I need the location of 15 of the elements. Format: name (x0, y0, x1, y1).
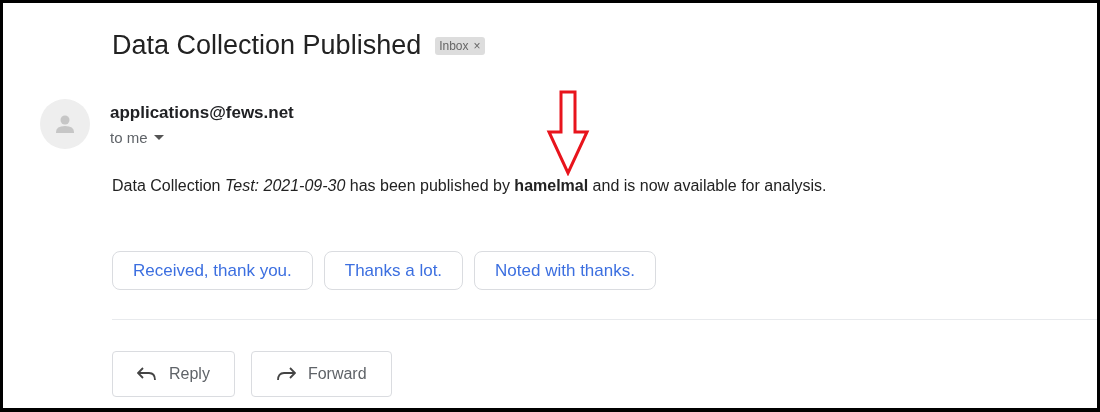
email-subject: Data Collection Published (112, 30, 422, 61)
remove-label-button[interactable]: × (473, 38, 481, 53)
reply-button[interactable]: Reply (112, 351, 235, 397)
recipient-dropdown[interactable]: to me (110, 129, 294, 146)
forward-button[interactable]: Forward (250, 351, 392, 397)
message-body: Data Collection Test: 2021-09-30 has been published by hamelmal and is now available for analysis. (112, 177, 828, 195)
smart-reply-button[interactable]: Noted with thanks. (474, 251, 656, 290)
avatar-icon (40, 99, 90, 149)
reply-icon (137, 367, 157, 381)
smart-reply-button[interactable]: Received, thank you. (112, 251, 313, 290)
forward-icon (275, 367, 296, 381)
caret-icon (153, 134, 164, 141)
label-text: Inbox (439, 38, 469, 53)
smart-reply-button[interactable]: Thanks a lot. (323, 251, 464, 290)
sender-email: applications@fews.net (110, 103, 294, 123)
